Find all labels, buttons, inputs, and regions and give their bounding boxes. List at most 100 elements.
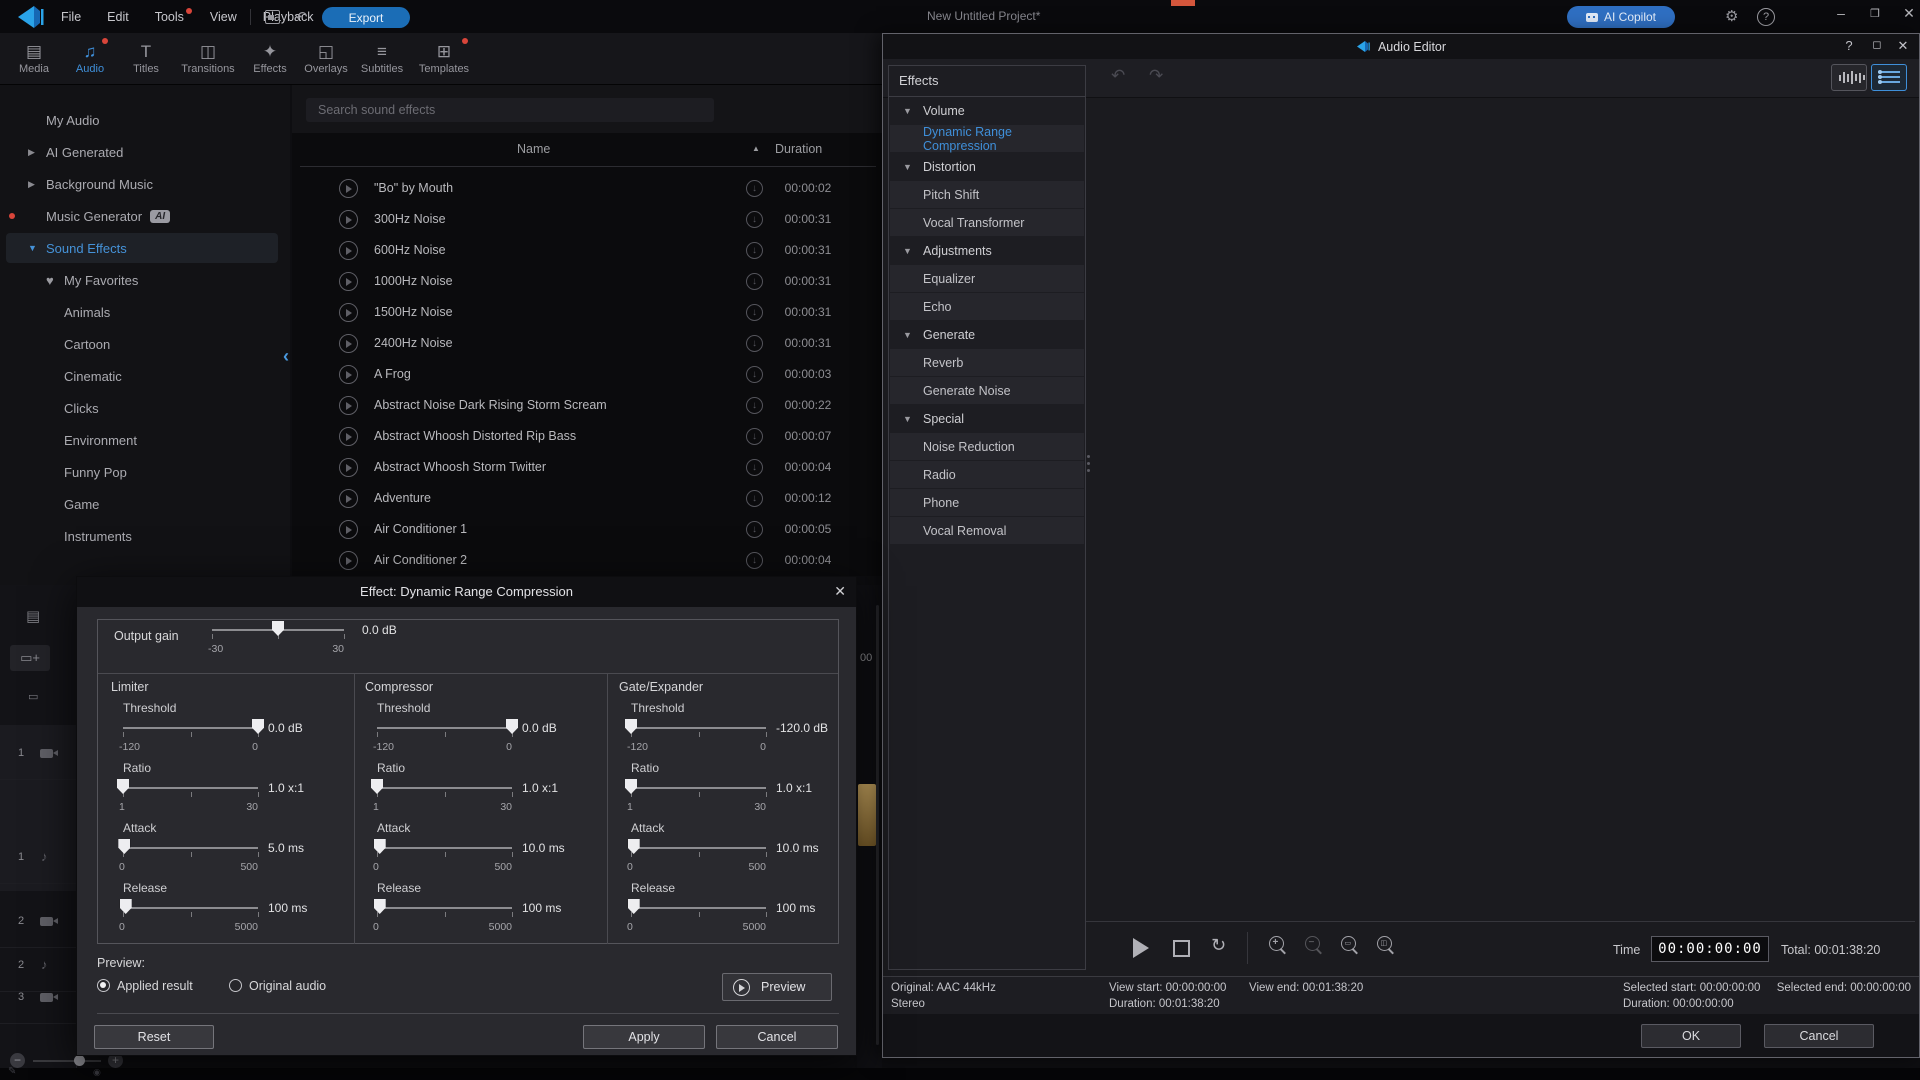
- download-icon[interactable]: ↓: [746, 304, 763, 321]
- sound-row[interactable]: Abstract Whoosh Storm Twitter↓00:00:04: [292, 452, 882, 483]
- effects-group-volume[interactable]: ▼Volume: [890, 97, 1084, 125]
- slider-track[interactable]: [631, 907, 766, 909]
- original-audio-label[interactable]: Original audio: [249, 979, 326, 993]
- tab-overlays[interactable]: ◱Overlays: [300, 36, 352, 82]
- tab-subtitles[interactable]: ≡Subtitles: [356, 36, 408, 82]
- sidebar-item-clicks[interactable]: Clicks: [0, 393, 290, 423]
- sidebar-item-my-audio[interactable]: My Audio: [0, 105, 290, 135]
- undo-icon[interactable]: ↶: [288, 8, 315, 26]
- duration-column-header[interactable]: Duration: [775, 142, 822, 156]
- collapse-panel-icon[interactable]: ‹: [283, 346, 289, 367]
- editor-help-icon[interactable]: ?: [1839, 38, 1859, 53]
- menu-view[interactable]: View: [201, 7, 246, 27]
- applied-result-label[interactable]: Applied result: [117, 979, 193, 993]
- effects-group-distortion[interactable]: ▼Distortion: [890, 153, 1084, 181]
- sound-row[interactable]: 1500Hz Noise↓00:00:31: [292, 297, 882, 328]
- slider-thumb[interactable]: [374, 839, 386, 854]
- download-icon[interactable]: ↓: [746, 242, 763, 259]
- menu-tools[interactable]: Tools: [146, 7, 193, 27]
- play-icon[interactable]: [339, 396, 358, 415]
- close-button[interactable]: ✕: [1898, 5, 1920, 22]
- download-icon[interactable]: ↓: [746, 180, 763, 197]
- editor-undo-icon[interactable]: ↶: [1111, 66, 1125, 86]
- download-icon[interactable]: ↓: [746, 428, 763, 445]
- slider-thumb[interactable]: [118, 839, 130, 854]
- download-icon[interactable]: ↓: [746, 273, 763, 290]
- slider-thumb[interactable]: [252, 719, 264, 734]
- play-icon[interactable]: [339, 458, 358, 477]
- storyboard-view-icon[interactable]: ▤: [26, 607, 40, 625]
- slider-track[interactable]: [123, 787, 258, 789]
- sound-row[interactable]: 2400Hz Noise↓00:00:31: [292, 328, 882, 359]
- menu-file[interactable]: File: [52, 7, 90, 27]
- zoom-fit-icon[interactable]: ◫: [1377, 936, 1399, 958]
- effects-item-vocal-transformer[interactable]: Vocal Transformer: [890, 209, 1084, 237]
- slider-thumb[interactable]: [506, 719, 518, 734]
- effects-item-dynamic-range-compression[interactable]: Dynamic Range Compression: [890, 125, 1084, 153]
- slider-track[interactable]: [377, 907, 512, 909]
- export-button[interactable]: Export: [322, 7, 410, 28]
- sidebar-item-environment[interactable]: Environment: [0, 425, 290, 455]
- video-clip-thumbnail[interactable]: [858, 784, 876, 846]
- settings-gear-icon[interactable]: ⚙: [1718, 7, 1745, 25]
- play-button[interactable]: [1133, 938, 1149, 958]
- slider-track[interactable]: [123, 847, 258, 849]
- play-icon[interactable]: [339, 210, 358, 229]
- play-icon[interactable]: [339, 489, 358, 508]
- sidebar-item-animals[interactable]: Animals: [0, 297, 290, 327]
- sound-row[interactable]: "Bo" by Mouth↓00:00:02: [292, 173, 882, 204]
- sound-row[interactable]: Adventure↓00:00:12: [292, 483, 882, 514]
- ai-copilot-button[interactable]: AI Copilot: [1567, 6, 1675, 28]
- slider-thumb[interactable]: [117, 779, 129, 794]
- slider-track[interactable]: [377, 727, 512, 729]
- reset-button[interactable]: Reset: [94, 1025, 214, 1049]
- effects-group-adjustments[interactable]: ▼Adjustments: [890, 237, 1084, 265]
- download-icon[interactable]: ↓: [746, 335, 763, 352]
- zoom-out-icon[interactable]: −: [1305, 936, 1327, 958]
- play-icon[interactable]: [339, 241, 358, 260]
- tab-media[interactable]: ▤Media: [8, 36, 60, 82]
- tab-templates[interactable]: ⊞Templates: [412, 36, 476, 82]
- sound-row[interactable]: A Frog↓00:00:03: [292, 359, 882, 390]
- timeline-zoom-slider[interactable]: [33, 1060, 101, 1062]
- tab-titles[interactable]: TTitles: [120, 36, 172, 82]
- effects-view-button[interactable]: [1871, 64, 1907, 91]
- original-audio-radio[interactable]: [229, 979, 242, 992]
- slider-thumb[interactable]: [628, 839, 640, 854]
- applied-result-radio[interactable]: [97, 979, 110, 992]
- editor-maximize-icon[interactable]: ◻: [1867, 38, 1887, 51]
- sidebar-item-ai-generated[interactable]: ▶AI Generated: [0, 137, 290, 167]
- sound-row[interactable]: 1000Hz Noise↓00:00:31: [292, 266, 882, 297]
- slider-thumb[interactable]: [371, 779, 383, 794]
- edit-pencil-icon[interactable]: ✎: [8, 1066, 16, 1077]
- effects-group-special[interactable]: ▼Special: [890, 405, 1084, 433]
- slider-track[interactable]: [377, 787, 512, 789]
- sidebar-item-instruments[interactable]: Instruments: [0, 521, 290, 551]
- panel-splitter-handle[interactable]: [1087, 455, 1091, 476]
- play-icon[interactable]: [339, 303, 358, 322]
- tab-effects[interactable]: ✦Effects: [244, 36, 296, 82]
- sound-row[interactable]: 600Hz Noise↓00:00:31: [292, 235, 882, 266]
- download-icon[interactable]: ↓: [746, 397, 763, 414]
- sidebar-item-sound-effects[interactable]: ▼Sound Effects: [0, 233, 290, 263]
- download-icon[interactable]: ↓: [746, 211, 763, 228]
- sound-row[interactable]: Abstract Whoosh Distorted Rip Bass↓00:00…: [292, 421, 882, 452]
- slider-thumb[interactable]: [272, 621, 284, 636]
- slider-track[interactable]: [631, 787, 766, 789]
- slider-thumb[interactable]: [625, 779, 637, 794]
- zoom-selection-icon[interactable]: ▭: [1341, 936, 1363, 958]
- preview-button[interactable]: Preview: [722, 973, 832, 1001]
- sound-row[interactable]: Air Conditioner 1↓00:00:05: [292, 514, 882, 545]
- effects-item-reverb[interactable]: Reverb: [890, 349, 1084, 377]
- tab-transitions[interactable]: ◫Transitions: [176, 36, 240, 82]
- download-icon[interactable]: ↓: [746, 459, 763, 476]
- slider-track[interactable]: [631, 727, 766, 729]
- menu-edit[interactable]: Edit: [98, 7, 138, 27]
- slider-track[interactable]: [123, 907, 258, 909]
- time-display[interactable]: 00:00:00:00: [1651, 936, 1769, 962]
- audio-editor-titlebar[interactable]: Audio Editor ? ◻ ✕: [883, 34, 1919, 60]
- minimize-button[interactable]: –: [1830, 5, 1852, 21]
- play-icon[interactable]: [339, 365, 358, 384]
- download-icon[interactable]: ↓: [746, 490, 763, 507]
- add-subtitle-button[interactable]: ▭+: [10, 645, 50, 671]
